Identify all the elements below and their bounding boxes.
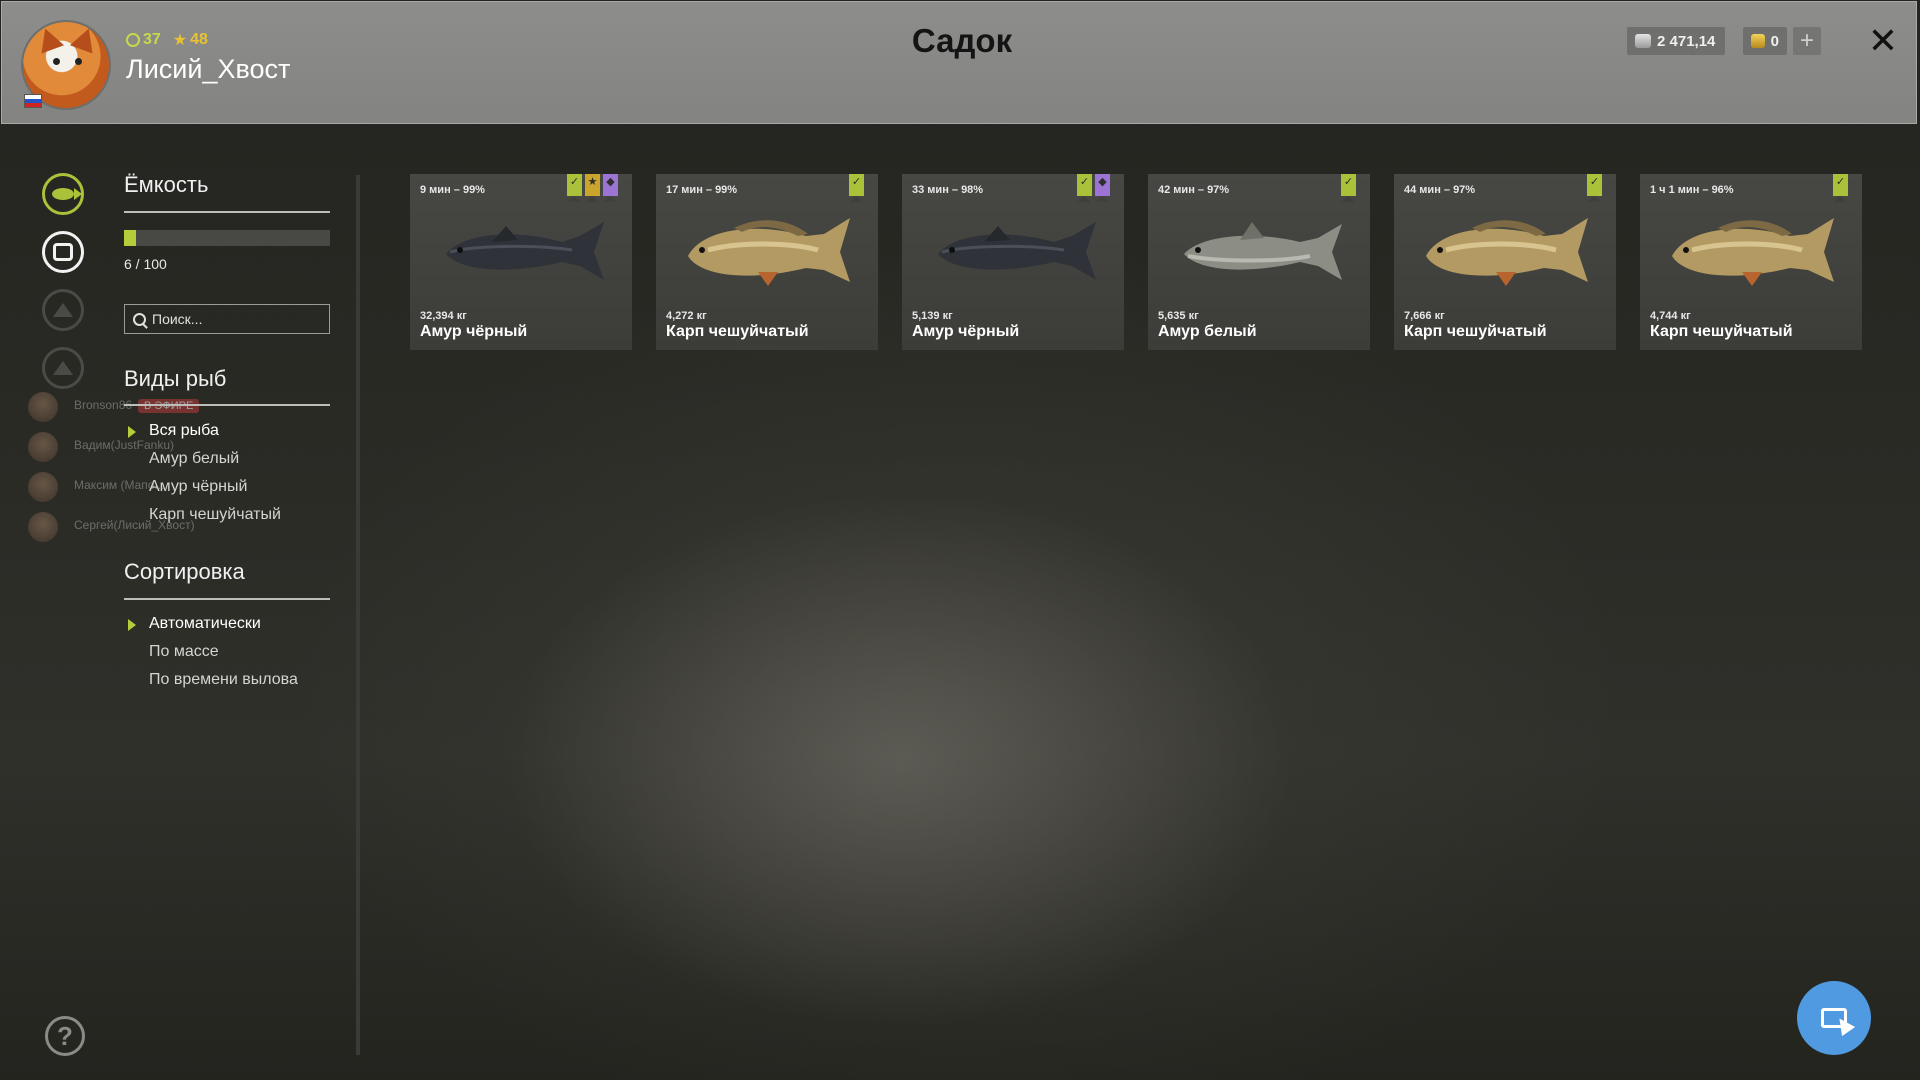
- check-bookmark-icon: ✓: [1587, 174, 1602, 202]
- catch-time: 9 мин – 99%: [420, 184, 485, 196]
- keepnet-icon: [53, 243, 73, 261]
- fish-card[interactable]: 44 мин – 97% ✓ 7,666 кг Карп чешуйчатый: [1394, 174, 1616, 350]
- fish-name: Амур чёрный: [912, 323, 1020, 340]
- carp-fish-icon: [1416, 212, 1592, 292]
- fish-name: Амур белый: [1158, 323, 1257, 340]
- fish-weight: 4,744 кг: [1650, 310, 1691, 322]
- home-icon: [53, 361, 73, 375]
- fish-weight: 5,139 кг: [912, 310, 953, 322]
- search-input[interactable]: Поиск...: [124, 304, 330, 334]
- viewer-avatar: [28, 432, 58, 462]
- purple-bookmark-icon: ◆: [603, 174, 618, 202]
- badge-group: ✓: [1833, 174, 1848, 202]
- white-amur-fish-icon: [1170, 212, 1346, 292]
- gold-coin-icon: [1751, 34, 1765, 48]
- search-icon: [133, 312, 146, 326]
- divider: [124, 598, 330, 600]
- species-option-white-amur[interactable]: Амур белый: [149, 450, 239, 468]
- fish-weight: 32,394 кг: [420, 310, 467, 322]
- badge-group: ✓: [1341, 174, 1356, 202]
- capacity-fill: [124, 230, 136, 246]
- selected-arrow-icon: [128, 426, 136, 438]
- sort-option-auto[interactable]: Автоматически: [149, 615, 261, 633]
- catch-time: 1 ч 1 мин – 96%: [1650, 184, 1734, 196]
- silver-coin-icon: [1635, 34, 1651, 48]
- close-button[interactable]: ✕: [1866, 23, 1900, 59]
- divider: [124, 211, 330, 213]
- black-amur-fish-icon: [432, 212, 608, 292]
- top-bar: 37 ★ 48 Лисий_Хвост Садок 2 471,14 0 + ✕: [1, 1, 1917, 124]
- sorting-title: Сортировка: [124, 559, 245, 584]
- species-option-all[interactable]: Вся рыба: [149, 422, 219, 440]
- fish-card[interactable]: 33 мин – 98% ✓ ◆ 5,139 кг Амур чёрный: [902, 174, 1124, 350]
- capacity-bar: [124, 230, 330, 246]
- live-badge: В ЭФИРЕ: [138, 399, 200, 413]
- capacity-title: Ёмкость: [124, 172, 209, 197]
- species-option-black-amur[interactable]: Амур чёрный: [149, 478, 247, 496]
- screen-cursor-icon: [1821, 1008, 1856, 1037]
- selected-arrow-icon: [128, 619, 136, 631]
- black-amur-fish-icon: [924, 212, 1100, 292]
- species-option-carp[interactable]: Карп чешуйчатый: [149, 506, 281, 524]
- fish-weight: 5,635 кг: [1158, 310, 1199, 322]
- boat-icon: [53, 303, 73, 317]
- catch-time: 42 мин – 97%: [1158, 184, 1230, 196]
- catch-time: 17 мин – 99%: [666, 184, 738, 196]
- fish-tab-icon[interactable]: [42, 173, 84, 215]
- viewer-avatar: [28, 512, 58, 542]
- capacity-value: 6 / 100: [124, 256, 167, 272]
- gold-amount: 0: [1770, 32, 1779, 50]
- fish-weight: 4,272 кг: [666, 310, 707, 322]
- sort-option-time[interactable]: По времени вылова: [149, 671, 298, 689]
- fish-card[interactable]: 1 ч 1 мин – 96% ✓ 4,744 кг Карп чешуйчатый: [1640, 174, 1862, 350]
- carp-fish-icon: [678, 212, 854, 292]
- fish-card[interactable]: 42 мин – 97% ✓ 5,635 кг Амур белый: [1148, 174, 1370, 350]
- boat-tab-icon[interactable]: [42, 289, 84, 331]
- fish-card[interactable]: 9 мин – 99% ✓ ★ ◆ 32,394 кг Амур чёрный: [410, 174, 632, 350]
- species-title: Виды рыб: [124, 366, 227, 391]
- gold-balance: 0: [1743, 27, 1787, 55]
- help-icon[interactable]: ?: [45, 1016, 85, 1056]
- fish-icon: [52, 188, 82, 200]
- fish-name: Карп чешуйчатый: [1650, 323, 1793, 340]
- cursor-mode-button[interactable]: [1797, 981, 1871, 1055]
- check-bookmark-icon: ✓: [567, 174, 582, 202]
- home-tab-icon[interactable]: [42, 347, 84, 389]
- carp-fish-icon: [1662, 212, 1838, 292]
- fish-name: Карп чешуйчатый: [1404, 323, 1547, 340]
- add-currency-button[interactable]: +: [1793, 27, 1821, 55]
- badge-group: ✓ ★ ◆: [567, 174, 618, 202]
- badge-group: ✓: [849, 174, 864, 202]
- panel-divider: [356, 175, 360, 1055]
- catch-time: 33 мин – 98%: [912, 184, 984, 196]
- search-placeholder: Поиск...: [152, 311, 203, 327]
- check-bookmark-icon: ✓: [849, 174, 864, 202]
- badge-group: ✓: [1587, 174, 1602, 202]
- viewer-avatar: [28, 472, 58, 502]
- fish-name: Карп чешуйчатый: [666, 323, 809, 340]
- fish-card[interactable]: 17 мин – 99% ✓ 4,272 кг Карп чешуйчатый: [656, 174, 878, 350]
- fish-name: Амур чёрный: [420, 323, 528, 340]
- check-bookmark-icon: ✓: [1833, 174, 1848, 202]
- badge-group: ✓ ◆: [1077, 174, 1110, 202]
- russia-flag-icon: [24, 94, 42, 108]
- catch-time: 44 мин – 97%: [1404, 184, 1476, 196]
- purple-bookmark-icon: ◆: [1095, 174, 1110, 202]
- viewer-avatar: [28, 392, 58, 422]
- check-bookmark-icon: ✓: [1341, 174, 1356, 202]
- silver-balance: 2 471,14: [1627, 27, 1725, 55]
- silver-amount: 2 471,14: [1657, 32, 1716, 50]
- divider: [124, 404, 330, 406]
- check-bookmark-icon: ✓: [1077, 174, 1092, 202]
- star-bookmark-icon: ★: [585, 174, 600, 202]
- fish-weight: 7,666 кг: [1404, 310, 1445, 322]
- keepnet-tab-icon[interactable]: [42, 231, 84, 273]
- sort-option-weight[interactable]: По массе: [149, 643, 219, 661]
